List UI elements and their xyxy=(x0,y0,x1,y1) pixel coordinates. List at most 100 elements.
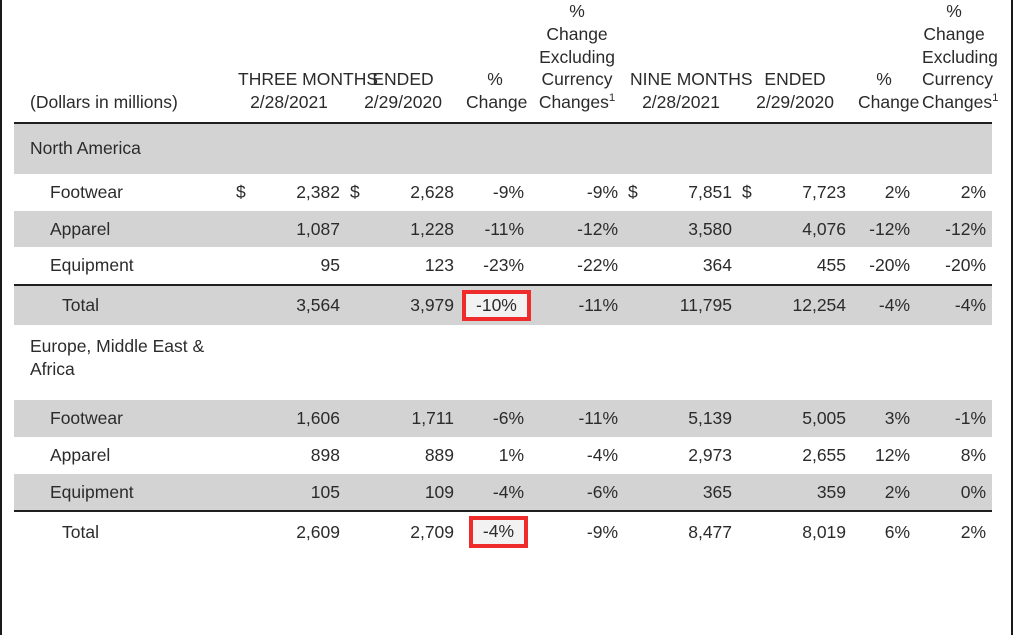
footnote-marker-q: 1 xyxy=(608,92,616,105)
row-label: Apparel xyxy=(14,436,232,474)
q-excl-l5: Changes xyxy=(538,92,609,112)
value-n-2020: 359 xyxy=(766,473,853,512)
q-excl-l1: % xyxy=(569,1,585,21)
q-excl-l3: Excluding xyxy=(539,46,615,67)
currency-symbol-q-2020 xyxy=(346,283,374,326)
row-label: Footwear xyxy=(14,400,232,437)
table-row: Equipment 95 123 -23% -22% 364 455 -20% -20% xyxy=(14,247,993,285)
currency-symbol-n-2020: $ xyxy=(738,173,767,211)
value-n-2020: 8,019 xyxy=(766,510,853,552)
n-excl-l5-wrap: Changes1 xyxy=(922,91,998,114)
section-header-row: North America xyxy=(14,122,993,174)
value-n-2021: 365 xyxy=(652,473,739,512)
table-row: Footwear 1,606 1,711 -6% -11% 5,139 5,005 3% -1% xyxy=(14,400,993,437)
currency-symbol-n-2020 xyxy=(738,510,767,552)
pct-change-q: -10% xyxy=(460,283,531,326)
header-nine-months-group-2: ENDED 2/29/2020 xyxy=(738,0,852,119)
currency-symbol-n-2021 xyxy=(624,283,653,326)
value-n-2020: 4,076 xyxy=(766,210,853,248)
currency-symbol-q-2020 xyxy=(346,510,374,552)
value-q-2021: 2,382 xyxy=(260,173,346,211)
currency-symbol-n-2021 xyxy=(624,400,653,437)
value-q-2020: 3,979 xyxy=(374,283,461,326)
n-excl-l4: Currency xyxy=(922,69,994,90)
q-pct-change-word: Change xyxy=(466,92,528,112)
value-q-2021: 105 xyxy=(260,473,346,512)
highlight-box: -4% xyxy=(468,516,529,548)
table-header: (Dollars in millions) THREE MONTHS 2/28/… xyxy=(14,0,998,124)
pct-change-excl-currency-n: -20% xyxy=(916,247,993,285)
pct-change-q: -4% xyxy=(460,473,531,512)
currency-symbol-q-2020 xyxy=(346,400,374,437)
table-body: North America Footwear $2,382 $2,628 -9% -9% $… xyxy=(14,122,993,552)
header-three-months-group: THREE MONTHS 2/28/2021 xyxy=(232,0,378,119)
pct-change-n: 2% xyxy=(852,473,917,512)
q-excl-l2: Change xyxy=(546,23,608,44)
pct-change-q: -4% xyxy=(460,510,531,552)
units-label: (Dollars in millions) xyxy=(30,92,178,112)
header-q-pct-change: % Change xyxy=(460,0,530,119)
currency-symbol-q-2020 xyxy=(346,247,374,285)
pct-change-excl-currency-q: -4% xyxy=(530,436,625,474)
n-excl-l2: Change xyxy=(923,23,985,44)
n-pct-change-word: Change xyxy=(858,92,920,112)
q-pct-symbol: % xyxy=(487,69,503,90)
q-excl-l4: Currency xyxy=(541,69,613,90)
value-n-2020: 5,005 xyxy=(766,400,853,437)
table-row: Footwear $2,382 $2,628 -9% -9% $7,851 $7,723 2%… xyxy=(14,173,993,211)
row-label: Apparel xyxy=(14,210,232,248)
q-date-2020: 2/29/2020 xyxy=(364,92,442,112)
currency-symbol-n-2020 xyxy=(738,247,767,285)
pct-change-n: -4% xyxy=(852,283,917,326)
currency-symbol-n-2020 xyxy=(738,400,767,437)
value-q-2020: 1,711 xyxy=(374,400,461,437)
value-q-2021: 95 xyxy=(260,247,346,285)
section-title-line1: Europe, Middle East & xyxy=(30,336,205,357)
value-q-2021: 898 xyxy=(260,436,346,474)
n-pct-symbol: % xyxy=(876,69,892,90)
value-n-2020: 2,655 xyxy=(766,436,853,474)
section-title-1: Europe, Middle East & Africa xyxy=(14,325,993,401)
currency-symbol-q-2021 xyxy=(232,510,260,552)
pct-change-excl-currency-n: 2% xyxy=(916,510,993,552)
row-label: Footwear xyxy=(14,173,232,211)
value-q-2020: 109 xyxy=(374,473,461,512)
nine-months-line1: NINE MONTHS xyxy=(630,69,753,90)
value-n-2021: 5,139 xyxy=(652,400,739,437)
table-row: Apparel 898 889 1% -4% 2,973 2,655 12% 8% xyxy=(14,436,993,474)
pct-change-excl-currency-n: -1% xyxy=(916,400,993,437)
n-date-2021: 2/28/2021 xyxy=(642,92,720,112)
n-excl-l5: Changes xyxy=(922,92,993,112)
value-q-2020: 123 xyxy=(374,247,461,285)
n-excl-l1: % xyxy=(946,1,962,21)
value-n-2021: 364 xyxy=(652,247,739,285)
currency-symbol-q-2020: $ xyxy=(346,173,374,211)
currency-symbol-n-2020 xyxy=(738,436,767,474)
value-q-2021: 1,087 xyxy=(260,210,346,248)
section-title-line2: Africa xyxy=(30,359,75,380)
value-q-2020: 2,709 xyxy=(374,510,461,552)
table-row-total: Total 3,564 3,979 -10% -11% 11,795 12,254 -4% -4… xyxy=(14,283,993,326)
currency-symbol-q-2021 xyxy=(232,247,260,285)
segment-revenue-table: (Dollars in millions) THREE MONTHS 2/28/… xyxy=(14,0,998,552)
highlight-box: -10% xyxy=(462,290,531,322)
currency-symbol-q-2021 xyxy=(232,473,260,512)
currency-symbol-n-2021: $ xyxy=(624,173,653,211)
header-q-pct-change-excl-currency: % Change Excluding Currency Changes1 xyxy=(530,0,624,119)
nine-months-line2: ENDED xyxy=(764,69,826,90)
currency-symbol-q-2020 xyxy=(346,473,374,512)
currency-symbol-n-2021 xyxy=(624,510,653,552)
header-n-pct-change: % Change xyxy=(852,0,920,119)
pct-change-excl-currency-q: -9% xyxy=(530,173,625,211)
currency-symbol-q-2021: $ xyxy=(232,173,260,211)
section-title-0: North America xyxy=(14,122,993,174)
pct-change-excl-currency-q: -11% xyxy=(530,400,625,437)
document-page: (Dollars in millions) THREE MONTHS 2/28/… xyxy=(0,0,1013,635)
table-scroll-region[interactable]: (Dollars in millions) THREE MONTHS 2/28/… xyxy=(2,0,1011,635)
header-n-pct-change-excl-currency: % Change Excluding Currency Changes1 xyxy=(916,0,998,119)
currency-symbol-n-2021 xyxy=(624,210,653,248)
value-q-2021: 2,609 xyxy=(260,510,346,552)
n-date-2020: 2/29/2020 xyxy=(756,92,834,112)
section-header-row: Europe, Middle East & Africa xyxy=(14,325,993,401)
pct-change-q: -23% xyxy=(460,247,531,285)
